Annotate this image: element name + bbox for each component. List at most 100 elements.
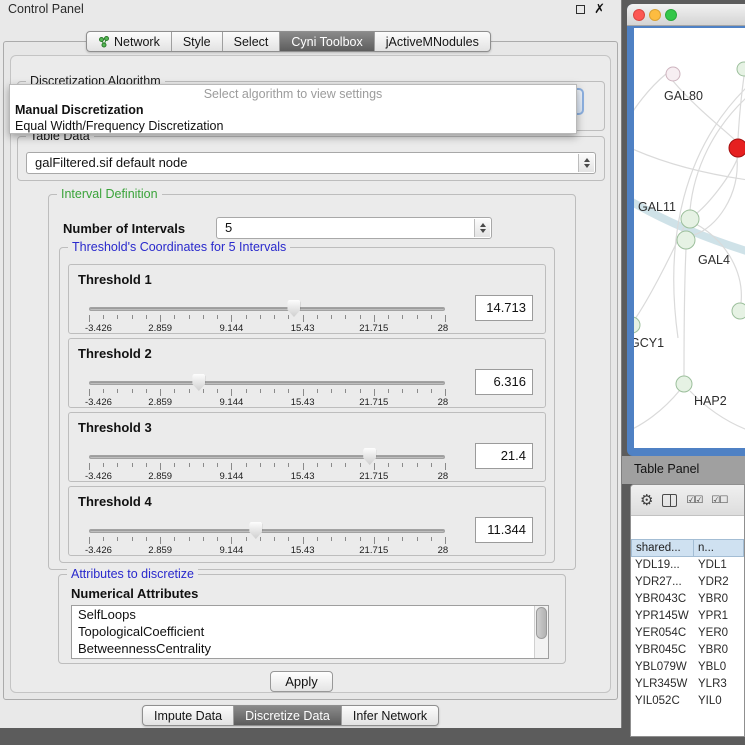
network-window-titlebar[interactable] (627, 4, 745, 26)
attribute-list-item[interactable]: TopologicalCoefficient (72, 623, 548, 640)
table-row[interactable]: YER054CYER0 (631, 625, 744, 642)
desktop: Control Panel ✗ NetworkStyleSelectCyni T… (0, 0, 745, 745)
tick-mark (317, 537, 318, 541)
threshold-value[interactable]: 6.316 (475, 369, 533, 395)
threshold-value[interactable]: 21.4 (475, 443, 533, 469)
network-edge[interactable] (697, 157, 738, 213)
tick-mark (231, 389, 232, 396)
tick-mark (374, 315, 375, 322)
table-row[interactable]: YLR345WYLR3 (631, 676, 744, 693)
network-canvas[interactable]: GAL80GAL11GAL4GCY1HAP2 (634, 28, 745, 448)
tick-mark (89, 537, 90, 544)
network-node[interactable] (666, 67, 680, 81)
tick-mark (445, 315, 446, 322)
tab-infer-network[interactable]: Infer Network (342, 706, 438, 725)
tick-mark (203, 315, 204, 319)
threshold-value[interactable]: 14.713 (475, 295, 533, 321)
select-columns-checkbox-icon[interactable]: ☑☐ (711, 495, 727, 506)
select-all-checkbox-icon[interactable]: ☑☑ (686, 495, 702, 506)
network-edge[interactable] (634, 74, 666, 123)
table-data-value: galFiltered.sif default node (27, 153, 595, 173)
table-cell: YDL1 (694, 557, 744, 574)
node-label: GAL4 (698, 253, 730, 267)
network-node-selected[interactable] (729, 139, 745, 157)
tick-mark (260, 389, 261, 393)
combo-spinner-icon[interactable] (474, 219, 490, 237)
table-cell: YDR2 (694, 574, 744, 591)
minimize-traffic-light-icon[interactable] (649, 9, 661, 21)
table-data-select[interactable]: galFiltered.sif default node (26, 152, 596, 174)
table-row[interactable]: YIL052CYIL0 (631, 693, 744, 710)
network-edge[interactable] (738, 76, 744, 139)
num-intervals-select[interactable]: 5 (216, 217, 492, 239)
threshold-value[interactable]: 11.344 (475, 517, 533, 543)
table-cell: YDL19... (631, 557, 694, 574)
threshold-slider[interactable]: -3.4262.8599.14415.4321.71528 (89, 521, 445, 555)
network-node[interactable] (634, 317, 640, 333)
tab-style[interactable]: Style (172, 32, 223, 51)
slider-track[interactable] (89, 529, 445, 533)
numerical-attributes-list[interactable]: SelfLoopsTopologicalCoefficientBetweenne… (71, 605, 549, 659)
tab-cyni-toolbox[interactable]: Cyni Toolbox (280, 32, 374, 51)
tick-mark (160, 463, 161, 470)
threshold-slider[interactable]: -3.4262.8599.14415.4321.71528 (89, 299, 445, 333)
network-node[interactable] (681, 210, 699, 228)
tab-impute-data[interactable]: Impute Data (143, 706, 234, 725)
table-row[interactable]: YBR043CYBR0 (631, 591, 744, 608)
zoom-traffic-light-icon[interactable] (665, 9, 677, 21)
network-edge[interactable] (634, 390, 680, 431)
tick-mark (146, 463, 147, 467)
table-row[interactable]: YBL079WYBL0 (631, 659, 744, 676)
combo-spinner-icon[interactable] (578, 154, 594, 172)
tab-network[interactable]: Network (87, 32, 172, 51)
network-edge[interactable] (694, 157, 737, 235)
scrollbar-thumb[interactable] (536, 607, 547, 639)
table-row[interactable]: YPR145WYPR1 (631, 608, 744, 625)
gear-icon[interactable]: ⚙ (640, 493, 653, 508)
slider-track[interactable] (89, 381, 445, 385)
attribute-list-item[interactable]: SelfLoops (72, 606, 548, 623)
tick-mark (217, 463, 218, 467)
slider-track[interactable] (89, 455, 445, 459)
threshold-slider[interactable]: -3.4262.8599.14415.4321.71528 (89, 373, 445, 407)
list-scrollbar[interactable] (534, 606, 548, 658)
network-node[interactable] (732, 303, 745, 319)
attribute-list-item[interactable]: BetweennessCentrality (72, 640, 548, 657)
tick-mark (303, 463, 304, 470)
column-header[interactable]: n... (694, 539, 744, 557)
tick-mark (402, 537, 403, 541)
tick-mark (431, 463, 432, 467)
tick-mark (331, 537, 332, 541)
tab-jactivemnodules[interactable]: jActiveMNodules (375, 32, 490, 51)
threshold-slider[interactable]: -3.4262.8599.14415.4321.71528 (89, 447, 445, 481)
network-node[interactable] (677, 231, 695, 249)
table-row[interactable]: YDR27...YDR2 (631, 574, 744, 591)
table-cell: YLR3 (694, 676, 744, 693)
float-window-icon[interactable] (576, 5, 585, 14)
tick-mark (246, 463, 247, 467)
tick-mark (388, 389, 389, 393)
table-row[interactable]: YBR045CYBR0 (631, 642, 744, 659)
apply-button[interactable]: Apply (270, 671, 333, 692)
network-node[interactable] (676, 376, 692, 392)
network-edge[interactable] (684, 249, 686, 376)
tick-mark (345, 389, 346, 393)
slider-ticks (89, 389, 445, 396)
tick-mark (189, 315, 190, 319)
tab-select[interactable]: Select (223, 32, 281, 51)
network-node[interactable] (737, 62, 745, 76)
table-row[interactable]: YDL19...YDL1 (631, 557, 744, 574)
slider-track[interactable] (89, 307, 445, 311)
tick-mark (217, 389, 218, 393)
algorithm-option[interactable]: Manual Discretization (10, 102, 576, 118)
tick-mark (331, 315, 332, 319)
algorithm-option[interactable]: Equal Width/Frequency Discretization (10, 118, 576, 134)
column-header[interactable]: shared... (631, 539, 694, 557)
tick-mark (388, 463, 389, 467)
control-panel-titlebar: Control Panel ✗ (0, 0, 621, 18)
tab-discretize-data[interactable]: Discretize Data (234, 706, 342, 725)
close-traffic-light-icon[interactable] (633, 9, 645, 21)
columns-icon[interactable] (662, 494, 677, 507)
scale-label: -3.426 (85, 397, 112, 408)
close-window-icon[interactable]: ✗ (594, 3, 605, 15)
